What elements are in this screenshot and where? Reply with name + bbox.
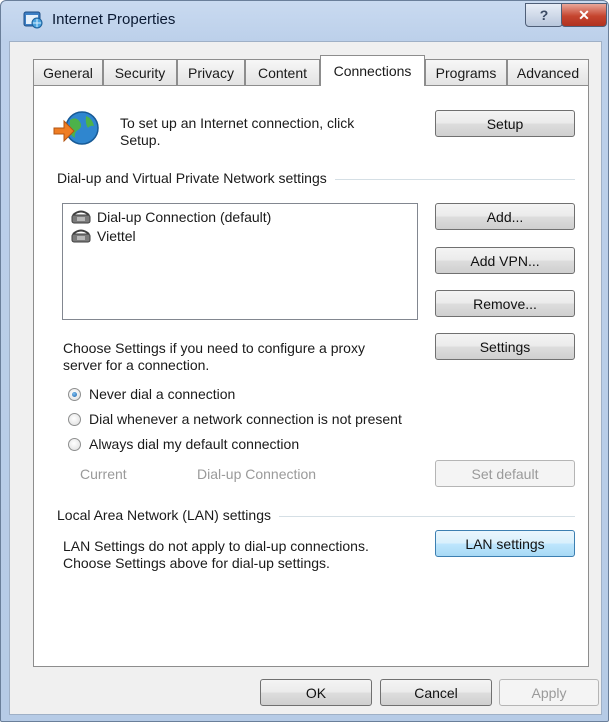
list-item[interactable]: Dial-up Connection (default) (71, 208, 271, 226)
radio-label: Dial whenever a network connection is no… (89, 411, 402, 427)
lan-group-label: Local Area Network (LAN) settings (57, 507, 279, 523)
dialup-connection-icon (71, 229, 91, 243)
cancel-button[interactable]: Cancel (380, 679, 492, 706)
proxy-description-line1: Choose Settings if you need to configure… (63, 340, 365, 356)
dialup-connection-icon (71, 210, 91, 224)
radio-never-dial[interactable]: Never dial a connection (68, 386, 235, 402)
ok-button[interactable]: OK (260, 679, 372, 706)
settings-button[interactable]: Settings (435, 333, 575, 360)
setup-button[interactable]: Setup (435, 110, 575, 137)
tab-privacy[interactable]: Privacy (177, 59, 245, 85)
add-vpn-button[interactable]: Add VPN... (435, 247, 575, 274)
tab-connections[interactable]: Connections (320, 55, 425, 86)
tab-general[interactable]: General (33, 59, 103, 85)
radio-button-selected[interactable] (68, 387, 81, 401)
help-button[interactable]: ? (525, 3, 563, 27)
radio-label: Never dial a connection (89, 386, 236, 402)
lan-settings-button[interactable]: LAN settings (435, 530, 575, 557)
tab-content[interactable]: Content (245, 59, 320, 85)
globe-arrow-icon (53, 111, 99, 145)
current-connection-value: Dial-up Connection (197, 466, 317, 482)
connection-name: Dial-up Connection (default) (97, 209, 272, 225)
radio-dial-whenever[interactable]: Dial whenever a network connection is no… (68, 411, 402, 427)
radio-label: Always dial my default connection (89, 436, 300, 452)
proxy-description-line2: server for a connection. (63, 357, 210, 373)
lan-description-line1: LAN Settings do not apply to dial-up con… (63, 538, 369, 554)
remove-button[interactable]: Remove... (435, 290, 575, 317)
apply-button[interactable]: Apply (499, 679, 599, 706)
connections-listbox[interactable]: Dial-up Connection (default) Viettel (62, 203, 418, 320)
add-button[interactable]: Add... (435, 203, 575, 230)
tab-advanced[interactable]: Advanced (507, 59, 589, 85)
window-title: Internet Properties (52, 11, 176, 28)
setup-description-line2: Setup. (120, 132, 161, 148)
setup-description-line1: To set up an Internet connection, click (120, 115, 355, 131)
title-bar[interactable]: Internet Properties ? ✕ (1, 1, 608, 41)
current-label: Current (80, 466, 127, 482)
radio-always-dial[interactable]: Always dial my default connection (68, 436, 299, 452)
tab-security[interactable]: Security (103, 59, 177, 85)
dialup-group-label: Dial-up and Virtual Private Network sett… (57, 170, 335, 186)
set-default-button[interactable]: Set default (435, 460, 575, 487)
list-item[interactable]: Viettel (71, 227, 136, 245)
connection-name: Viettel (97, 228, 136, 244)
radio-button[interactable] (68, 412, 81, 426)
close-icon: ✕ (578, 6, 590, 23)
help-icon: ? (539, 7, 549, 23)
internet-options-icon (23, 11, 43, 29)
lan-description-line2: Choose Settings above for dial-up settin… (63, 555, 330, 571)
tab-programs[interactable]: Programs (425, 59, 507, 85)
close-button[interactable]: ✕ (561, 3, 607, 27)
radio-button[interactable] (68, 437, 81, 451)
